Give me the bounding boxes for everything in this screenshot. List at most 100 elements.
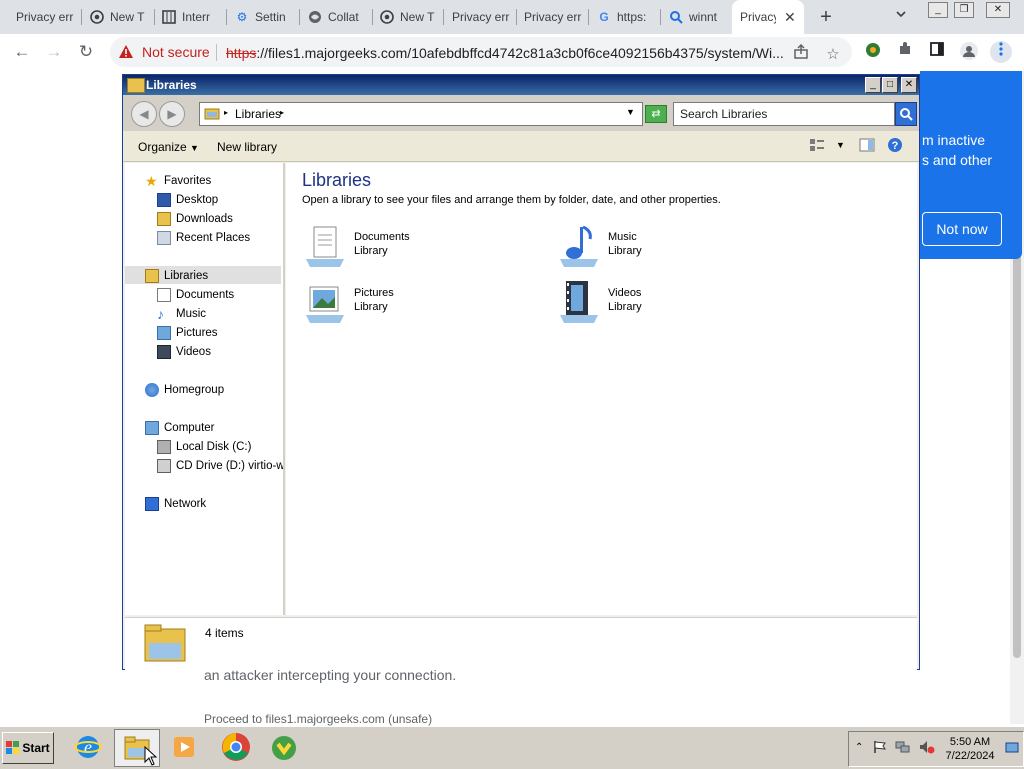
nav-item-computer[interactable]: Computer [145,419,215,437]
volume-muted-icon[interactable] [919,740,935,757]
browser-tab[interactable]: Privacy err [452,0,518,34]
show-hidden-icons-chevron-icon[interactable]: ⌃ [855,742,863,753]
nav-item-pictures[interactable]: Pictures [157,324,218,342]
new-library-button[interactable]: New library [217,140,277,154]
windows-logo-icon [6,741,20,754]
restore-browser-button[interactable]: ❐ [954,2,974,18]
network-tray-icon[interactable] [895,740,911,757]
extensions-puzzle-icon[interactable] [894,41,916,63]
refresh-icon[interactable]: ⇄ [645,105,667,123]
tab-label: Collat [328,10,359,24]
warning-icon[interactable] [118,44,134,60]
nav-item-homegroup[interactable]: Homegroup [145,381,224,399]
nav-item-recent-places[interactable]: Recent Places [157,229,250,247]
content-pane: Libraries Open a library to see your fil… [286,163,917,615]
nav-label: Local Disk (C:) [176,441,252,453]
minimize-browser-button[interactable]: _ [928,2,948,18]
window-title-bar[interactable]: Libraries _ □ ✕ [123,75,919,95]
browser-tab[interactable]: Collat [308,0,372,34]
cd-drive-icon [157,459,171,473]
reload-icon[interactable]: ↻ [74,40,98,64]
action-center-flag-icon[interactable] [873,740,887,757]
hard-disk-icon [157,440,171,454]
chevron-right-icon[interactable]: ▸ [224,108,228,117]
new-tab-button[interactable]: + [814,5,838,29]
library-music[interactable]: Music Library [556,223,756,273]
libraries-icon [145,269,159,283]
breadcrumb-address-bar[interactable]: ▸ Libraries ▸ ▼ [199,102,643,126]
not-now-button[interactable]: Not now [922,212,1002,246]
taskbar-chrome[interactable] [214,729,258,765]
maximize-window-button[interactable]: □ [882,77,898,93]
browser-tab[interactable]: winnt [669,0,729,34]
close-window-button[interactable]: ✕ [901,77,917,93]
forward-arrow-icon[interactable]: → [42,40,66,64]
chevron-right-icon[interactable]: ▸ [280,108,284,117]
library-pictures[interactable]: Pictures Library [302,279,502,329]
browser-tab-active[interactable]: Privacy ✕ [732,0,804,34]
pane-splitter[interactable] [283,163,285,615]
tab-label: Interr [182,10,211,24]
not-secure-label[interactable]: Not secure [142,44,210,60]
organize-button[interactable]: Organize ▼ [138,140,199,154]
window-title: Libraries [146,78,197,92]
search-icon[interactable] [895,102,917,126]
nav-label: Libraries [164,270,209,282]
nav-item-cd-drive[interactable]: CD Drive (D:) virtio-wi [157,457,283,475]
preview-pane-icon[interactable] [859,138,875,155]
nav-item-local-disk[interactable]: Local Disk (C:) [157,438,251,456]
close-tab-icon[interactable]: ✕ [784,9,796,26]
nav-item-libraries[interactable]: Libraries [145,267,208,285]
nav-item-documents[interactable]: Documents [157,286,234,304]
system-clock[interactable]: 5:50 AM 7/22/2024 [935,735,1005,763]
back-arrow-icon[interactable]: ← [10,40,34,64]
browser-tab[interactable]: ⚙ Settin [235,0,299,34]
nav-item-network[interactable]: Network [145,495,206,513]
url-text[interactable]: https://files1.majorgeeks.com/10afebdbff… [226,45,786,61]
browser-tab[interactable]: Interr [162,0,226,34]
breadcrumb-libraries[interactable]: Libraries [235,107,281,121]
nav-item-downloads[interactable]: Downloads [157,210,233,228]
view-options-icon[interactable] [809,138,825,155]
tab-separator [299,9,300,25]
share-icon[interactable] [790,43,812,66]
nav-item-desktop[interactable]: Desktop [157,191,218,209]
show-desktop-icon[interactable] [1005,742,1019,757]
profile-avatar-icon[interactable] [958,41,980,63]
side-panel-icon[interactable] [926,41,948,63]
menu-kebab-icon[interactable] [990,41,1012,63]
close-browser-button[interactable]: ✕ [986,2,1010,18]
globe-icon [308,10,322,24]
search-input[interactable]: Search Libraries [673,102,895,126]
tab-search-chevron-icon[interactable] [895,8,907,23]
extension-globe-icon[interactable] [862,41,884,63]
browser-tab[interactable]: New T [90,0,154,34]
browser-tab[interactable]: New T [380,0,440,34]
address-bar[interactable]: Not secure https://files1.majorgeeks.com… [110,37,852,67]
proceed-unsafe-link[interactable]: Proceed to files1.majorgeeks.com (unsafe… [204,712,432,726]
tab-label: https: [617,10,647,24]
content-subtitle: Open a library to see your files and arr… [302,194,721,206]
taskbar-media-player[interactable] [162,729,206,765]
browser-tab[interactable]: Privacy err [524,0,588,34]
taskbar-internet-explorer[interactable]: e [66,729,110,765]
back-button[interactable]: ◀ [131,101,157,127]
nav-item-favorites[interactable]: ★ Favorites [145,172,211,190]
browser-tab[interactable]: G https: [597,0,657,34]
bookmark-star-icon[interactable]: ☆ [822,44,844,66]
library-videos[interactable]: Videos Library [556,279,756,329]
nav-item-music[interactable]: ♪ Music [157,305,206,323]
browser-tab[interactable]: Privacy err [6,0,78,34]
view-dropdown-icon[interactable]: ▼ [836,140,845,150]
start-button[interactable]: Start [2,732,54,764]
address-dropdown-icon[interactable]: ▼ [626,107,635,117]
taskbar-download-manager[interactable] [262,729,306,765]
library-documents[interactable]: Documents Library [302,223,502,273]
minimize-window-button[interactable]: _ [865,77,881,93]
computer-icon [145,421,159,435]
nav-item-videos[interactable]: Videos [157,343,211,361]
forward-button[interactable]: ▶ [159,101,185,127]
help-icon[interactable]: ? [887,137,903,156]
browser-toolbar: ← → ↻ Not secure https://files1.majorgee… [0,34,1024,72]
svg-text:e: e [84,737,92,757]
